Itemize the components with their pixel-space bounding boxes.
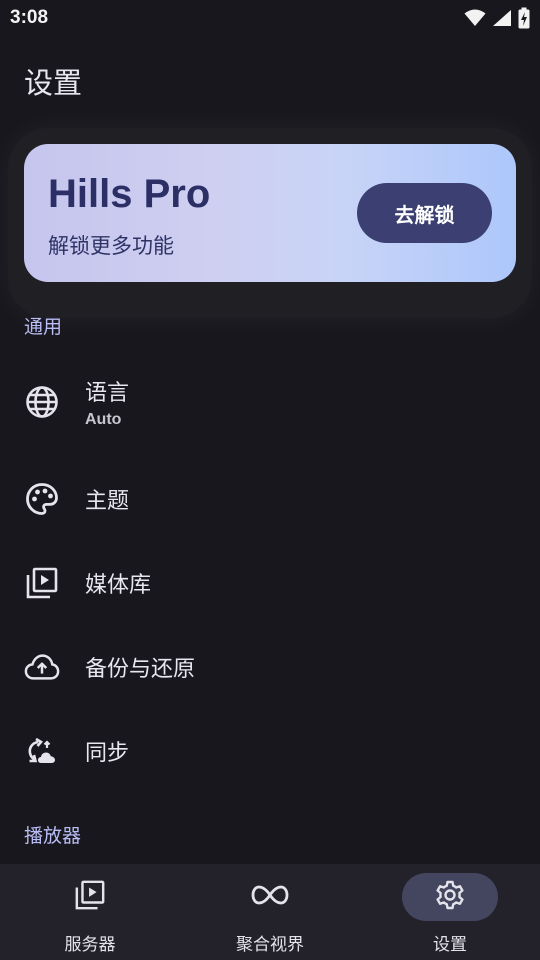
page-title: 设置 xyxy=(24,66,83,100)
setting-value-language: Auto xyxy=(85,411,122,428)
setting-label-theme: 主题 xyxy=(85,489,130,514)
nav-pill-servers xyxy=(42,873,138,921)
nav-item-servers[interactable]: 服务器 xyxy=(0,864,180,960)
section-header-player: 播放器 xyxy=(24,825,82,847)
setting-label-backup: 备份与还原 xyxy=(85,657,196,682)
nav-item-aggregate[interactable]: 聚合视界 xyxy=(180,864,360,960)
sync-cloud-icon xyxy=(24,733,60,769)
setting-item-theme[interactable]: 主题 xyxy=(0,463,540,535)
signal-icon xyxy=(492,9,512,27)
nav-label-aggregate: 聚合视界 xyxy=(236,935,304,955)
gear-icon xyxy=(434,879,466,915)
video-library-icon xyxy=(24,565,60,601)
unlock-button[interactable]: 去解锁 xyxy=(357,183,492,243)
nav-item-settings[interactable]: 设置 xyxy=(360,864,540,960)
status-bar: 3:08 xyxy=(0,0,540,36)
infinity-icon xyxy=(251,884,289,910)
nav-label-servers: 服务器 xyxy=(64,935,116,955)
nav-pill-aggregate xyxy=(222,873,318,921)
setting-item-backup[interactable]: 备份与还原 xyxy=(0,631,540,703)
pro-card-title: Hills Pro xyxy=(48,172,211,216)
pro-card-subtitle: 解锁更多功能 xyxy=(48,234,174,258)
nav-pill-settings-active xyxy=(402,873,498,921)
bottom-navigation: 服务器 聚合视界 设置 xyxy=(0,864,540,960)
status-icons xyxy=(464,7,530,29)
pro-card[interactable]: Hills Pro 解锁更多功能 去解锁 xyxy=(24,144,516,282)
setting-text-media-library: 媒体库 xyxy=(85,567,151,599)
setting-label-language: 语言 xyxy=(85,381,130,406)
cloud-upload-icon xyxy=(24,649,60,685)
setting-label-sync: 同步 xyxy=(85,741,130,766)
setting-item-language[interactable]: 语言 Auto xyxy=(0,366,540,438)
setting-item-media-library[interactable]: 媒体库 xyxy=(0,547,540,619)
nav-label-settings: 设置 xyxy=(433,935,467,955)
globe-icon xyxy=(24,384,60,420)
wifi-icon xyxy=(464,9,486,27)
status-time: 3:08 xyxy=(10,7,49,28)
palette-icon xyxy=(24,481,60,517)
setting-item-sync[interactable]: 同步 xyxy=(0,715,540,787)
settings-screen: 3:08 设置 Hills Pro 解锁更多功能 去解锁 通用 语言 Auto … xyxy=(0,0,540,960)
setting-text-language: 语言 Auto xyxy=(85,375,129,429)
setting-text-backup: 备份与还原 xyxy=(85,651,195,683)
section-header-general: 通用 xyxy=(24,316,63,338)
video-library-icon xyxy=(74,879,106,915)
setting-text-sync: 同步 xyxy=(85,735,129,767)
battery-charging-icon xyxy=(518,7,530,29)
setting-text-theme: 主题 xyxy=(85,483,129,515)
setting-label-media-library: 媒体库 xyxy=(85,573,152,598)
